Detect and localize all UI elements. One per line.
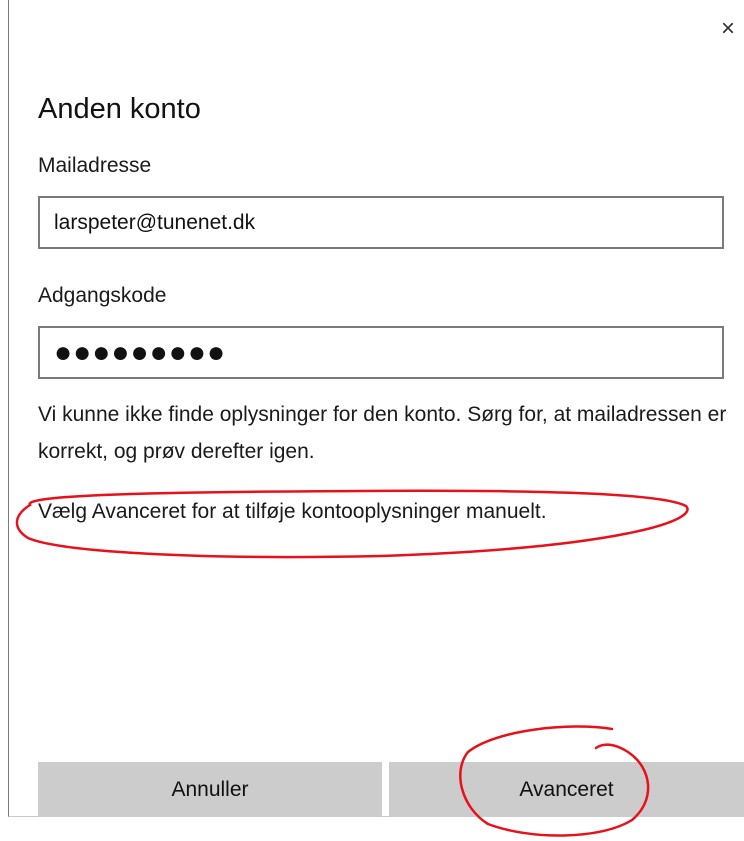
cancel-button[interactable]: Annuller (38, 762, 382, 817)
password-field[interactable] (38, 326, 724, 379)
email-label: Mailadresse (38, 154, 152, 177)
advanced-button[interactable]: Avanceret (389, 762, 744, 817)
email-field[interactable] (38, 196, 724, 249)
hint-message: Vælg Avanceret for at tilføje kontooplys… (38, 500, 547, 523)
error-message: Vi kunne ikke finde oplysninger for den … (38, 403, 727, 463)
dialog-title: Anden konto (38, 93, 201, 125)
add-account-dialog: × Anden konto Mailadresse Adgangskode Vi… (8, 0, 744, 817)
close-icon[interactable]: × (713, 14, 743, 44)
password-label: Adgangskode (38, 284, 167, 307)
